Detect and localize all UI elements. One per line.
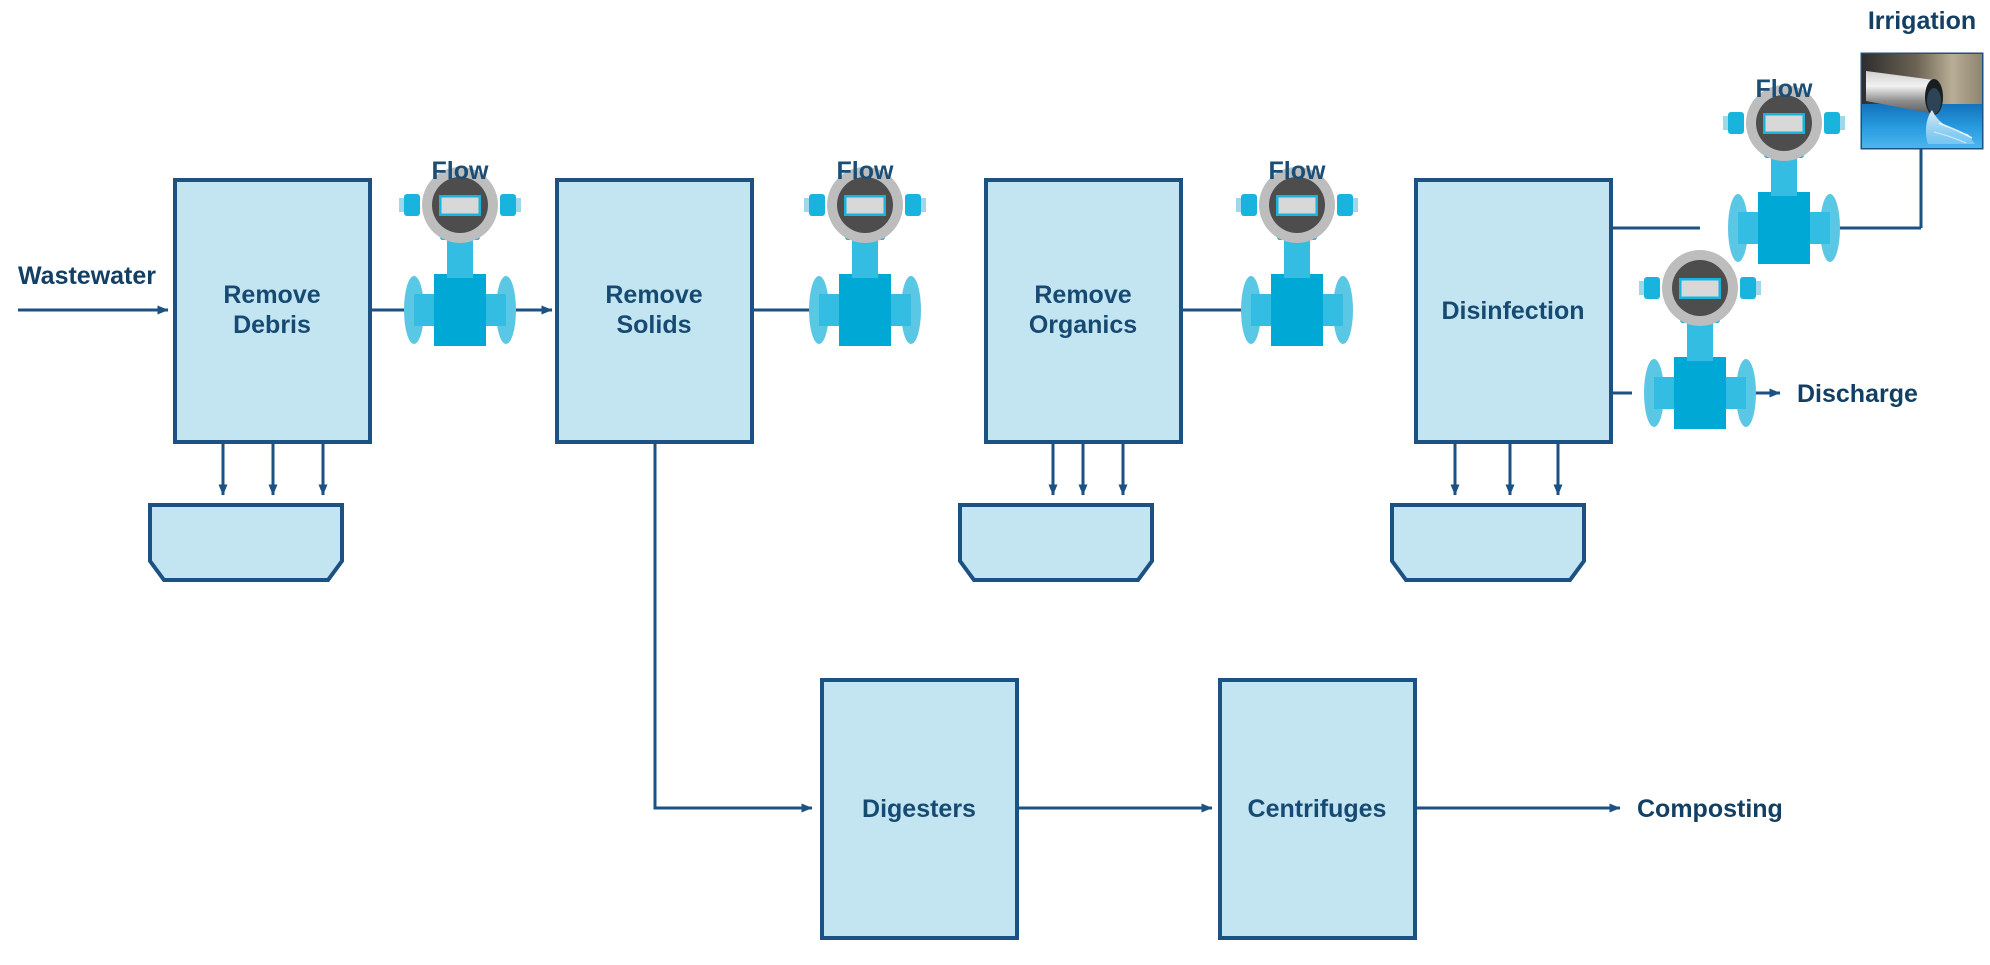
process-label-centrifuges: Centrifuges xyxy=(1248,795,1387,823)
flow-meter-icon-5[interactable] xyxy=(1639,250,1761,429)
edge-label-wastewater: Wastewater xyxy=(18,262,156,290)
flow-meter-icon-2[interactable] xyxy=(804,167,926,346)
flow-meter-label-4: Flow xyxy=(1756,75,1813,103)
edge-label-irrigation: Irrigation xyxy=(1868,7,1976,35)
process-label-remove-organics-line1: Remove xyxy=(1034,281,1131,309)
flow-meter-label-1: Flow xyxy=(432,157,489,185)
flow-meter-icon-1[interactable] xyxy=(399,167,521,346)
process-label-remove-solids-line1: Remove xyxy=(605,281,702,309)
flow-meter-icon-4[interactable] xyxy=(1723,85,1845,264)
process-label-remove-debris-line1: Remove xyxy=(223,281,320,309)
connector-solids-to-digesters xyxy=(653,442,813,813)
sludge-hopper-debris xyxy=(148,503,344,582)
process-label-digesters: Digesters xyxy=(862,795,976,823)
process-label-disinfection: Disinfection xyxy=(1441,297,1584,325)
edge-label-composting: Composting xyxy=(1637,795,1783,823)
wastewater-process-diagram: Remove Debris Remove Solids Remove Organ… xyxy=(0,0,1990,965)
process-label-remove-organics-line2: Organics xyxy=(1029,311,1137,339)
sludge-drop-arrows xyxy=(218,442,1563,496)
irrigation-outfall-photo xyxy=(1860,52,1984,150)
flow-meter-icon-3[interactable] xyxy=(1236,167,1358,346)
sludge-hopper-organics xyxy=(958,503,1154,582)
process-label-remove-debris-line2: Debris xyxy=(233,311,311,339)
flow-meter-label-3: Flow xyxy=(1269,157,1326,185)
process-label-remove-solids-line2: Solids xyxy=(616,311,691,339)
edge-label-discharge: Discharge xyxy=(1797,380,1918,408)
flow-meter-labels: Flow Flow Flow Flow xyxy=(432,75,1813,185)
sludge-hopper-disinfection xyxy=(1390,503,1586,582)
process-flow-canvas: Remove Debris Remove Solids Remove Organ… xyxy=(18,7,1984,940)
flow-meter-label-2: Flow xyxy=(837,157,894,185)
